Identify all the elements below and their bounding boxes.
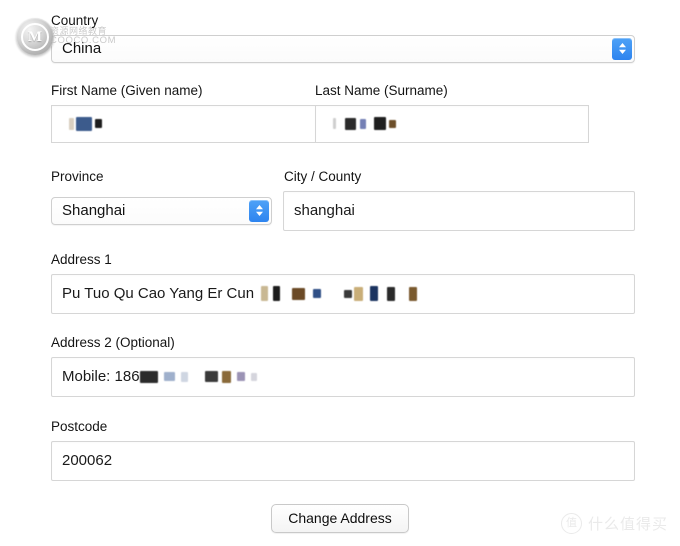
chevron-updown-icon[interactable] <box>249 199 269 222</box>
postcode-label: Postcode <box>51 419 108 434</box>
country-row: Country China <box>51 13 635 63</box>
logo-letter: M <box>21 23 49 51</box>
address1-input[interactable]: Pu Tuo Qu Cao Yang Er Cun <box>51 273 635 314</box>
last-name-label: Last Name (Surname) <box>315 83 448 98</box>
address1-label: Address 1 <box>51 252 112 267</box>
redacted-value <box>69 116 102 131</box>
country-select-value: China <box>62 40 102 58</box>
postcode-input-value: 200062 <box>62 452 113 470</box>
address-form-page: M 资源网络教育 COOCO.COM Country China First N… <box>0 0 680 546</box>
redacted-suffix <box>139 370 257 383</box>
province-select-value: Shanghai <box>62 202 126 220</box>
province-label: Province <box>51 169 104 184</box>
name-row: First Name (Given name) Last Name (Surna… <box>51 83 589 143</box>
chevron-updown-icon[interactable] <box>612 37 632 60</box>
submit-row: Change Address <box>0 504 680 533</box>
redacted-value <box>333 117 396 131</box>
first-name-label: First Name (Given name) <box>51 83 203 98</box>
postcode-input[interactable]: 200062 <box>51 440 635 481</box>
country-select[interactable]: China <box>51 34 635 63</box>
address2-label: Address 2 (Optional) <box>51 335 175 350</box>
province-select[interactable]: Shanghai <box>51 196 272 225</box>
city-label: City / County <box>284 169 362 184</box>
city-input[interactable]: shanghai <box>283 190 635 231</box>
address2-input[interactable]: Mobile: 186 <box>51 356 635 397</box>
address1-row: Address 1 Pu Tuo Qu Cao Yang Er Cun <box>51 252 635 314</box>
change-address-button[interactable]: Change Address <box>271 504 409 533</box>
address2-input-value: Mobile: 186 <box>62 368 140 386</box>
region-row: Province City / County Shanghai shanghai <box>51 169 635 231</box>
country-label: Country <box>51 13 99 28</box>
address1-input-value: Pu Tuo Qu Cao Yang Er Cun <box>62 285 255 303</box>
address2-row: Address 2 (Optional) Mobile: 186 <box>51 335 635 397</box>
cooco-logo-icon: M <box>16 18 54 56</box>
first-name-input[interactable] <box>51 104 316 143</box>
last-name-input[interactable] <box>316 104 589 143</box>
city-input-value: shanghai <box>294 202 355 220</box>
postcode-row: Postcode 200062 <box>51 419 635 481</box>
redacted-suffix <box>261 286 418 302</box>
